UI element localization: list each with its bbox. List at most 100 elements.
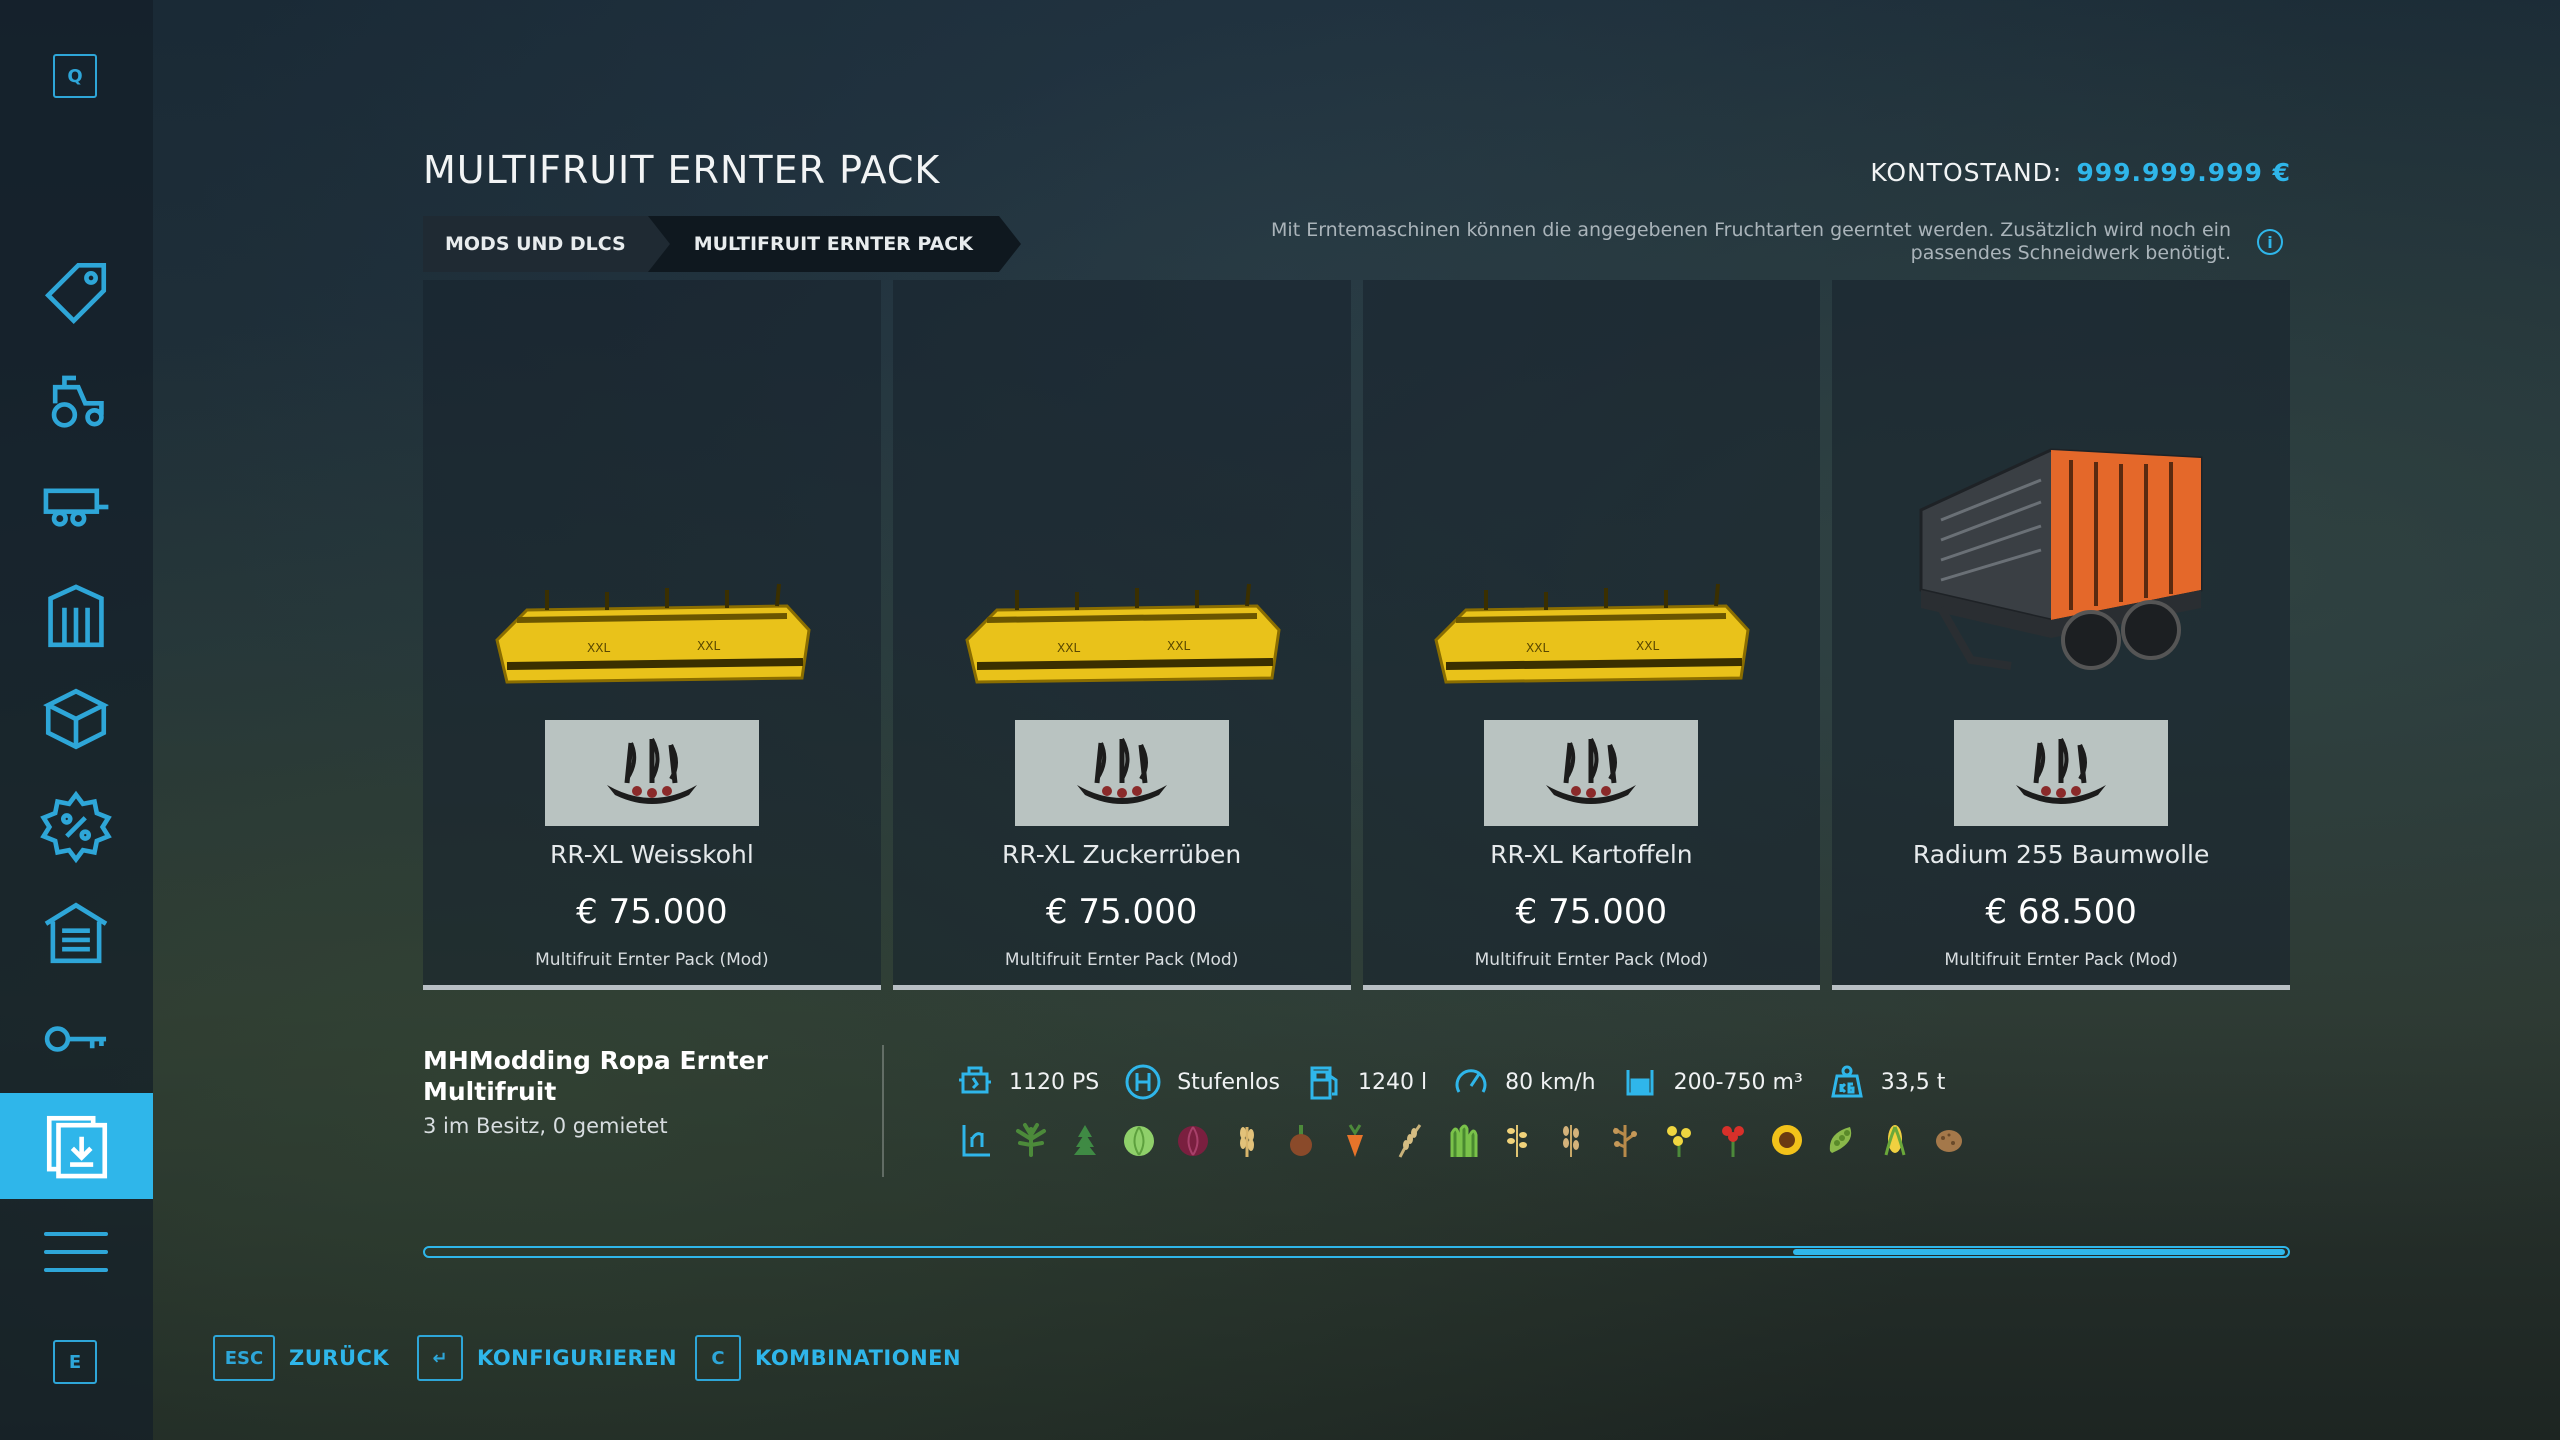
breadcrumb-multifruit-pack[interactable]: MULTIFRUIT ERNTER PACK: [647, 216, 1022, 272]
item-source: Multifruit Ernter Pack (Mod): [535, 950, 769, 970]
item-price: € 75.000: [576, 892, 728, 932]
harvester-header-image: XXL XXL: [495, 583, 811, 684]
viking-ship-logo: [1076, 738, 1167, 804]
poppy-icon: [1711, 1118, 1755, 1162]
potato-icon: [1927, 1118, 1971, 1162]
shed-icon[interactable]: [37, 894, 115, 972]
rye-icon: [1549, 1118, 1593, 1162]
item-name: RR-XL Kartoffeln: [1490, 840, 1693, 869]
box-icon[interactable]: [37, 680, 115, 758]
mod-author-logo: [1484, 720, 1699, 826]
discount-badge-icon[interactable]: [37, 788, 115, 866]
configure-label: KONFIGURIEREN: [477, 1346, 678, 1370]
harvester-type-icon: [955, 1118, 999, 1162]
next-category-key[interactable]: E: [53, 1340, 97, 1384]
download-mods-icon[interactable]: [0, 1093, 153, 1199]
spec-power: 1120 PS: [955, 1062, 1099, 1102]
spec-fuel: 1240 l: [1304, 1062, 1427, 1102]
spec-speed: 80 km/h: [1451, 1062, 1596, 1102]
selected-item-ownership: 3 im Besitz, 0 gemietet: [423, 1114, 668, 1138]
mod-author-logo: [544, 720, 759, 826]
account-balance: KONTOSTAND: 999.999.999 €: [1870, 158, 2291, 187]
herb-icon: [1063, 1118, 1107, 1162]
shop-items-grid: XXL XXL RR-XL Weisskohl € 75.000 Multifr…: [423, 280, 2290, 990]
page-title: MULTIFRUIT ERNTER PACK: [423, 148, 941, 192]
corn-icon: [1873, 1118, 1917, 1162]
breadcrumb: MODS UND DLCS MULTIFRUIT ERNTER PACK: [423, 216, 1022, 272]
spec-capacity: 200-750 m³: [1620, 1062, 1803, 1102]
hemp-icon: [1009, 1118, 1053, 1162]
breadcrumb-mods-and-dlcs[interactable]: MODS UND DLCS: [423, 216, 670, 272]
balance-label: KONTOSTAND:: [1870, 158, 2063, 187]
fruit-type-list: [955, 1118, 1981, 1162]
silo-icon[interactable]: [37, 578, 115, 656]
horizontal-scrollbar-thumb[interactable]: [1793, 1249, 2285, 1255]
svg-text:XXL: XXL: [1636, 639, 1659, 653]
viking-ship-logo: [2016, 738, 2107, 804]
barley-icon: [1387, 1118, 1431, 1162]
trailer-image: [1919, 448, 2203, 670]
capacity-icon: [1626, 1070, 1654, 1096]
fuel-icon: [1310, 1066, 1338, 1100]
back-label: ZURÜCK: [289, 1346, 390, 1370]
shop-item-card[interactable]: XXL XXL RR-XL Weisskohl € 75.000 Multifr…: [423, 280, 881, 990]
pea-icon: [1819, 1118, 1863, 1162]
shop-item-card[interactable]: XXL XXL RR-XL Kartoffeln € 75.000 Multif…: [1362, 280, 1821, 990]
svg-text:XXL: XXL: [1057, 641, 1080, 655]
balance-value: 999.999.999 €: [2076, 158, 2291, 187]
shop-item-card[interactable]: Radium 255 Baumwolle € 68.500 Multifruit…: [1832, 280, 2290, 990]
info-icon[interactable]: i: [2257, 229, 2283, 255]
price-tag-icon[interactable]: [37, 254, 115, 332]
combinations-label: KOMBINATIONEN: [755, 1346, 962, 1370]
grass-icon: [1441, 1118, 1485, 1162]
speed-icon: [1455, 1069, 1487, 1093]
c-key-hint: C: [695, 1335, 741, 1381]
svg-text:XXL: XXL: [697, 639, 720, 653]
spec-value: 80 km/h: [1505, 1069, 1596, 1095]
canola-icon: [1657, 1118, 1701, 1162]
sunflower-icon: [1765, 1118, 1809, 1162]
svg-text:XXL: XXL: [587, 641, 610, 655]
prev-category-key[interactable]: Q: [53, 54, 97, 98]
shop-item-card[interactable]: XXL XXL RR-XL Zuckerrüben € 75.000 Multi…: [892, 280, 1351, 990]
mod-author-logo: [1954, 720, 2169, 826]
details-divider: [882, 1045, 884, 1177]
sidebar: Q E: [0, 0, 153, 1440]
spec-value: 200-750 m³: [1673, 1069, 1803, 1095]
engine-icon: [959, 1066, 991, 1094]
esc-key-hint: ESC: [213, 1335, 275, 1381]
viking-ship-logo: [606, 738, 697, 804]
back-button[interactable]: ESC ZURÜCK: [213, 1333, 389, 1383]
oat-icon: [1495, 1118, 1539, 1162]
wheat-icon: [1225, 1118, 1269, 1162]
trailer-icon[interactable]: [37, 468, 115, 546]
item-source: Multifruit Ernter Pack (Mod): [1474, 950, 1709, 970]
carrot-icon: [1333, 1118, 1377, 1162]
soybean-icon: [1603, 1118, 1647, 1162]
menu-icon[interactable]: [44, 1232, 108, 1276]
item-source: Multifruit Ernter Pack (Mod): [1944, 950, 2178, 970]
svg-text:XXL: XXL: [1526, 641, 1549, 655]
spec-value: 33,5 t: [1880, 1069, 1946, 1095]
item-name: RR-XL Zuckerrüben: [1002, 840, 1242, 869]
cabbage-icon: [1117, 1118, 1161, 1162]
mod-author-logo: [1014, 720, 1229, 826]
harvester-header-image: XXL XXL: [964, 583, 1281, 684]
onion-icon: [1279, 1118, 1323, 1162]
item-price: € 68.500: [1985, 892, 2137, 932]
item-source: Multifruit Ernter Pack (Mod): [1004, 950, 1239, 970]
item-name: Radium 255 Baumwolle: [1912, 840, 2210, 869]
spec-value: Stufenlos: [1177, 1069, 1281, 1095]
tractor-icon[interactable]: [37, 362, 115, 440]
key-icon[interactable]: [37, 1000, 115, 1078]
red-cabbage-icon: [1171, 1118, 1215, 1162]
viking-ship-logo: [1546, 738, 1637, 804]
spec-weight: 33,5 t: [1827, 1062, 1946, 1102]
configure-button[interactable]: ↵ KONFIGURIEREN: [417, 1333, 677, 1383]
item-price: € 75.000: [1045, 892, 1198, 932]
harvester-header-image: XXL XXL: [1434, 583, 1750, 684]
spec-value: 1120 PS: [1009, 1069, 1100, 1095]
transmission-icon: [1125, 1064, 1161, 1100]
item-price: € 75.000: [1515, 892, 1668, 932]
combinations-button[interactable]: C KOMBINATIONEN: [695, 1333, 961, 1383]
